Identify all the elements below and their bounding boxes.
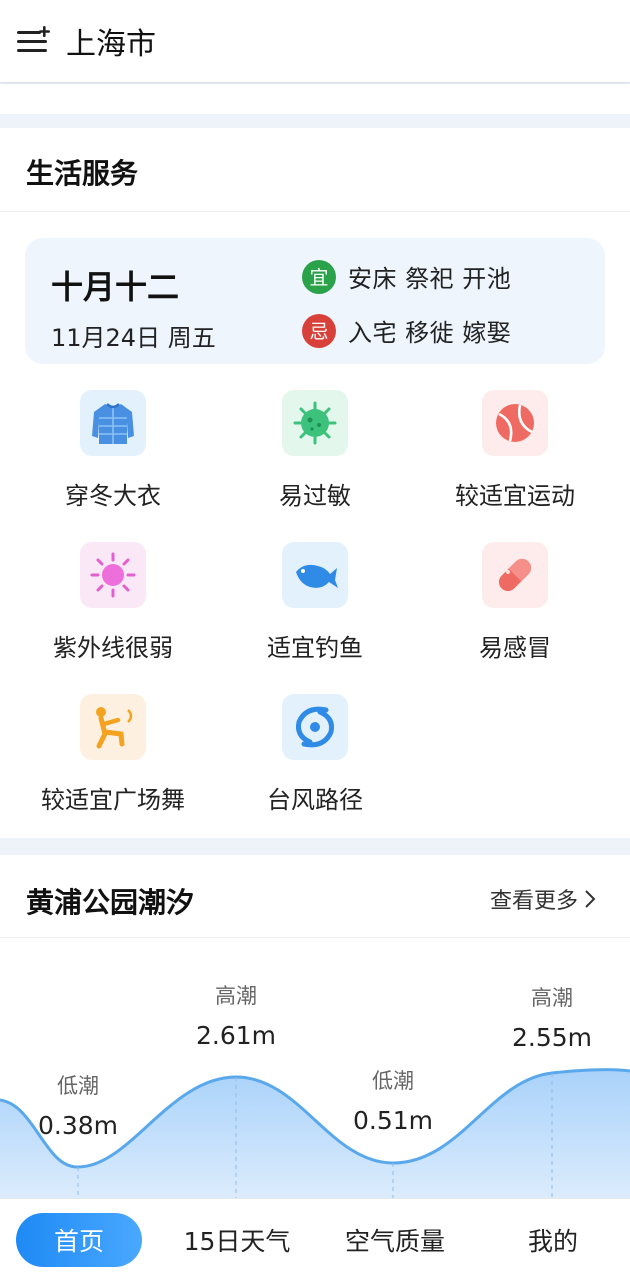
tide-point-value: 0.51m bbox=[352, 1106, 434, 1135]
life-service-title: 生活服务 bbox=[26, 157, 139, 190]
life-service-card: 生活服务 十月十二 11月24日 周五 宜 安床 祭祀 开池 忌 入宅 移徙 嫁… bbox=[0, 128, 630, 838]
dance-icon bbox=[80, 694, 146, 760]
fish-icon bbox=[282, 542, 348, 608]
tab-mine[interactable]: 我的 bbox=[490, 1213, 616, 1267]
almanac-panel[interactable]: 十月十二 11月24日 周五 宜 安床 祭祀 开池 忌 入宅 移徙 嫁娶 bbox=[25, 238, 605, 364]
tide-point-value: 0.38m bbox=[37, 1111, 119, 1140]
life-item-typhoon[interactable]: 台风路径 bbox=[210, 694, 420, 824]
yi-text: 安床 祭祀 开池 bbox=[348, 265, 512, 293]
life-item-cold[interactable]: 易感冒 bbox=[410, 542, 620, 672]
lunar-date: 十月十二 bbox=[51, 268, 180, 306]
typhoon-icon bbox=[282, 694, 348, 760]
almanac-yi-row: 宜 安床 祭祀 开池 bbox=[302, 259, 511, 294]
bottom-tab-bar: 首页 15日天气 空气质量 我的 bbox=[0, 1198, 630, 1280]
tide-point-value: 2.61m bbox=[195, 1021, 277, 1050]
solar-date: 11月24日 周五 bbox=[51, 324, 216, 352]
life-item-dance[interactable]: 较适宜广场舞 bbox=[8, 694, 218, 824]
almanac-ji-row: 忌 入宅 移徙 嫁娶 bbox=[302, 313, 511, 348]
sport-ball-icon bbox=[482, 390, 548, 456]
tab-home[interactable]: 首页 bbox=[16, 1213, 142, 1267]
tab-air-quality[interactable]: 空气质量 bbox=[330, 1213, 460, 1267]
life-item-allergy[interactable]: 易过敏 bbox=[210, 390, 420, 520]
life-item-sport[interactable]: 较适宜运动 bbox=[410, 390, 620, 520]
tide-point-label: 高潮 bbox=[531, 986, 573, 1010]
card-divider bbox=[0, 211, 630, 212]
city-menu-icon[interactable] bbox=[16, 24, 50, 58]
life-item-label: 易感冒 bbox=[479, 634, 551, 662]
allergy-icon bbox=[282, 390, 348, 456]
life-item-label: 适宜钓鱼 bbox=[267, 634, 363, 662]
tide-point-label: 低潮 bbox=[372, 1069, 414, 1093]
yi-badge: 宜 bbox=[302, 259, 336, 294]
tab-15day-weather[interactable]: 15日天气 bbox=[172, 1213, 302, 1267]
life-item-label: 紫外线很弱 bbox=[53, 634, 173, 662]
tide-card: 黄浦公园潮汐 查看更多 低潮 0.38m 高潮 2.61m 低潮 0.51m 高… bbox=[0, 855, 630, 1200]
tide-point-label: 低潮 bbox=[57, 1074, 99, 1098]
spacer-strip bbox=[0, 84, 630, 114]
life-item-label: 较适宜广场舞 bbox=[41, 786, 185, 814]
life-item-coat[interactable]: 穿冬大衣 bbox=[8, 390, 218, 520]
ji-badge: 忌 bbox=[302, 313, 336, 348]
life-item-label: 穿冬大衣 bbox=[65, 482, 161, 510]
top-bar: 上海市 bbox=[0, 0, 630, 82]
life-item-label: 易过敏 bbox=[279, 482, 351, 510]
pill-icon bbox=[482, 542, 548, 608]
life-item-fishing[interactable]: 适宜钓鱼 bbox=[210, 542, 420, 672]
sun-icon bbox=[80, 542, 146, 608]
city-title[interactable]: 上海市 bbox=[66, 19, 156, 63]
life-item-uv[interactable]: 紫外线很弱 bbox=[8, 542, 218, 672]
life-item-label: 较适宜运动 bbox=[455, 482, 575, 510]
tide-point-label: 高潮 bbox=[215, 984, 257, 1008]
ji-text: 入宅 移徙 嫁娶 bbox=[348, 319, 512, 347]
coat-icon bbox=[80, 390, 146, 456]
life-item-label: 台风路径 bbox=[267, 786, 363, 814]
tide-point-value: 2.55m bbox=[511, 1023, 593, 1052]
